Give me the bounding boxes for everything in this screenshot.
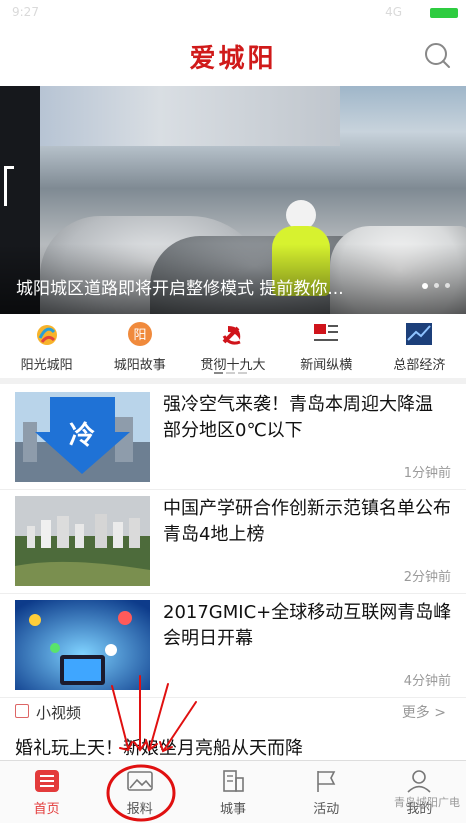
news-thumbnail: 冷 — [15, 392, 150, 482]
news-thumbnail — [15, 600, 150, 690]
flag-icon — [317, 771, 336, 792]
battery-icon — [430, 8, 458, 18]
tab-label: 首页 — [33, 802, 60, 817]
category-label: 新闻纵横 — [300, 358, 353, 373]
banner-caption[interactable]: 城阳城区道路即将开启整修模式 提前教你... — [16, 274, 386, 299]
economy-logo-icon — [406, 323, 433, 345]
news-list-item[interactable]: 2017GMIC+全球移动互联网青岛峰会明日开幕 4分钟前 — [0, 594, 466, 698]
news-list-item[interactable]: 中国产学研合作创新示范镇名单公布 青岛4地上榜 2分钟前 — [0, 490, 466, 594]
home-icon — [34, 770, 59, 792]
svg-text:阳: 阳 — [133, 328, 146, 343]
tab-profile[interactable]: 我的 — [373, 761, 466, 823]
news-title: 强冷空气来袭！青岛本周迎大降温 部分地区0℃以下 — [163, 394, 433, 441]
category-page-indicator — [214, 372, 247, 374]
headline-banner[interactable]: 城阳城区道路即将开启整修模式 提前教你... — [0, 86, 466, 314]
news-time: 4分钟前 — [403, 674, 451, 689]
watermark-text: 青岛城阳广电 — [394, 796, 460, 809]
tab-home[interactable]: 首页 — [0, 761, 93, 823]
tab-label: 城事 — [220, 802, 247, 817]
sunshine-logo-icon — [36, 325, 57, 345]
app-header: 爱城阳 — [0, 26, 466, 84]
news-time: 2分钟前 — [403, 570, 451, 585]
category-page-dot — [214, 372, 223, 374]
news-list-item[interactable]: 冷 强冷空气来袭！青岛本周迎大降温 部分地区0℃以下 1分钟前 — [0, 386, 466, 490]
category-item-news[interactable]: 新闻纵横 — [280, 314, 373, 376]
category-item-economy[interactable]: 总部经济 — [373, 314, 466, 376]
tab-activities[interactable]: 活动 — [280, 761, 373, 823]
tab-report[interactable]: 报料 — [93, 761, 186, 823]
news-time: 1分钟前 — [403, 466, 451, 481]
category-nav: 阳光城阳 阳 城阳故事 贯彻十九大 新闻纵横 总部经济 — [0, 314, 466, 376]
section-divider — [0, 378, 466, 384]
person-icon — [407, 770, 431, 793]
category-item-stories[interactable]: 阳 城阳故事 — [93, 314, 186, 376]
category-label: 阳光城阳 — [20, 358, 73, 373]
banner-prev-slide-accent — [4, 166, 14, 206]
category-label: 贯彻十九大 — [200, 358, 266, 373]
party-emblem-icon — [222, 326, 241, 345]
news-title: 2017GMIC+全球移动互联网青岛峰会明日开幕 — [163, 602, 452, 649]
video-icon — [15, 704, 29, 718]
short-video-section: 小视频 更多 > 婚礼玩上天！新娘坐月亮船从天而降 — [0, 696, 466, 760]
banner-dot — [445, 283, 450, 288]
tab-city-events[interactable]: 城事 — [186, 761, 279, 823]
category-label: 总部经济 — [393, 358, 446, 373]
report-image-icon — [126, 771, 153, 791]
status-bar: 9:27 4G — [0, 0, 466, 26]
city-building-icon — [223, 770, 244, 792]
category-page-dot — [238, 372, 247, 374]
category-page-dot — [226, 372, 235, 374]
more-link[interactable]: 更多 > — [402, 702, 446, 722]
banner-dot — [434, 283, 439, 288]
news-flag-icon — [314, 324, 339, 341]
category-label: 城阳故事 — [113, 358, 166, 373]
status-time: 9:27 — [12, 5, 39, 19]
category-item-nineteenth-congress[interactable]: 贯彻十九大 — [186, 314, 279, 376]
search-icon[interactable] — [422, 40, 452, 70]
video-title[interactable]: 婚礼玩上天！新娘坐月亮船从天而降 — [15, 734, 303, 760]
section-title: 小视频 — [36, 704, 82, 722]
bottom-tab-bar: 首页 报料 城事 活动 我的 — [0, 760, 466, 823]
network-indicator: 4G — [385, 5, 402, 19]
news-thumbnail-text: 冷 — [69, 420, 95, 451]
app-title: 爱城阳 — [189, 44, 277, 74]
news-thumbnail — [15, 496, 150, 586]
tab-label: 报料 — [126, 802, 153, 817]
banner-dot — [422, 283, 428, 289]
story-badge-icon: 阳 — [127, 322, 152, 346]
banner-pagination — [422, 283, 450, 289]
category-item-sunshine[interactable]: 阳光城阳 — [0, 314, 93, 376]
tab-label: 活动 — [313, 802, 340, 817]
news-title: 中国产学研合作创新示范镇名单公布 青岛4地上榜 — [163, 498, 451, 545]
banner-photo-background — [40, 86, 340, 146]
